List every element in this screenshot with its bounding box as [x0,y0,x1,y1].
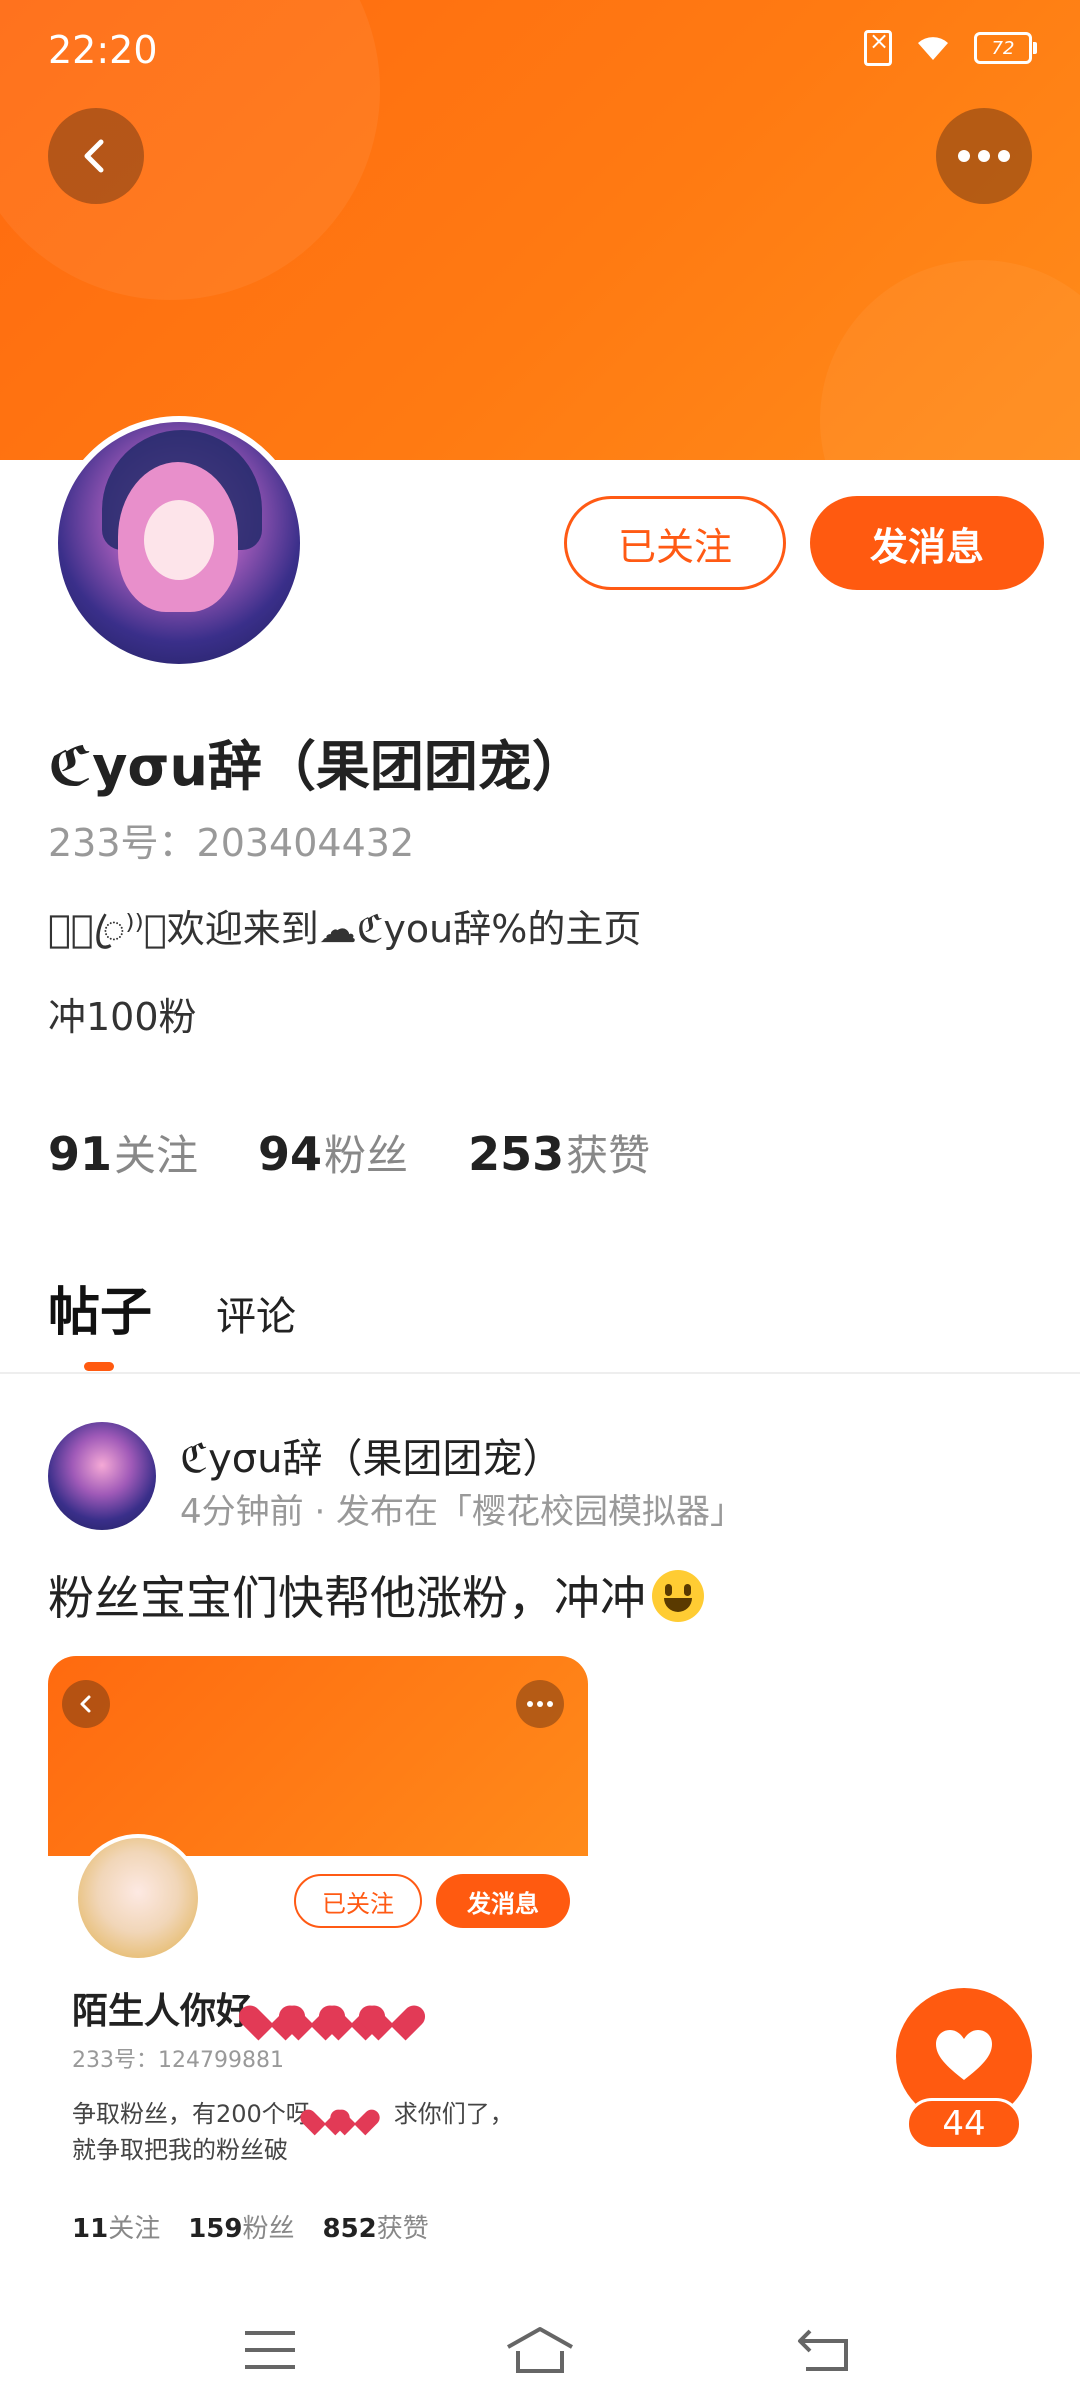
profile-avatar[interactable] [52,416,306,670]
likes-label: 获赞 [566,1131,651,1180]
home-icon [507,2327,573,2373]
back-button[interactable] [48,108,144,204]
embedded-name-text: 陌生人你好 [72,1991,253,2032]
smile-emoji-icon [652,1570,704,1622]
embedded-follow-label: 已关注 [294,1874,422,1928]
post-text: 粉丝宝宝们快帮他涨粉，冲冲 [48,1562,704,1628]
status-icons: 72 [864,27,1037,66]
heart-emoji-icon [340,2099,370,2125]
profile-stats: 91关注 94粉丝 253获赞 [48,1122,650,1183]
fans-count: 94 [258,1127,323,1181]
embedded-message-label: 发消息 [436,1874,570,1928]
tab-indicator [84,1362,114,1371]
embedded-bio-line2: 就争取把我的粉丝破 [72,2136,288,2164]
following-button[interactable]: 已关注 [564,496,786,590]
post-text-content: 粉丝宝宝们快帮他涨粉，冲冲 [48,1571,646,1625]
heart-emoji-icon [372,1991,412,2027]
embedded-stats: 11关注 159粉丝 852获赞 [72,2208,429,2245]
system-nav-bar [0,2300,1080,2400]
post-author-name[interactable]: ℭyσu辞（果团团宠） [180,1426,563,1484]
embedded-following-count: 11 [72,2214,109,2244]
embedded-uid: 233号：124799881 [72,2048,284,2073]
nav-menu-button[interactable] [230,2318,310,2382]
embedded-likes-count: 852 [322,2214,377,2244]
embedded-avatar [74,1834,202,1962]
embedded-bio-b: ，求你们了， [369,2100,514,2128]
heart-icon [936,2030,992,2080]
embedded-more-icon [516,1680,564,1728]
back-arrow-icon [798,2329,848,2371]
profile-bio-line1: ⸙᭄ꦿ⁾⁾ꦿ欢迎来到☁ℭyou辞%的主页 [48,907,642,951]
send-message-button[interactable]: 发消息 [810,496,1044,590]
stat-likes[interactable]: 253获赞 [468,1122,650,1183]
stat-fans[interactable]: 94粉丝 [258,1122,408,1183]
profile-bio-line2: 冲100粉 [48,995,197,1039]
nav-back-button[interactable] [784,2318,864,2382]
more-dots-icon [958,150,1010,162]
embedded-name: 陌生人你好 [72,1982,412,2034]
post-author-avatar[interactable] [48,1422,156,1530]
embedded-banner [48,1656,588,1856]
stat-following[interactable]: 91关注 [48,1122,198,1183]
post-image[interactable]: 已关注 发消息 陌生人你好 233号：124799881 争取粉丝，有200个呀… [48,1656,588,2266]
tab-comments[interactable]: 评论 [216,1284,296,1342]
embedded-fans-count: 159 [188,2214,243,2244]
fans-label: 粉丝 [324,1131,409,1180]
embedded-fans-label: 粉丝 [242,2214,295,2244]
embedded-following-label: 关注 [108,2214,161,2244]
tab-posts[interactable]: 帖子 [48,1270,152,1345]
like-count: 44 [906,2098,1022,2150]
following-count: 91 [48,1127,113,1181]
embedded-bio-a: 争取粉丝，有200个呀 [72,2100,310,2128]
embedded-likes-label: 获赞 [376,2214,429,2244]
more-button[interactable] [936,108,1032,204]
embedded-bio: 争取粉丝，有200个呀 ，求你们了， 就争取把我的粉丝破 [72,2096,572,2168]
profile-tabs: 帖子 评论 [48,1270,296,1345]
chevron-left-icon [84,139,104,173]
nav-home-button[interactable] [500,2318,580,2382]
battery-icon: 72 [974,32,1037,64]
post-meta: 4分钟前 · 发布在「樱花校园模拟器」 [180,1492,745,1532]
menu-icon [245,2331,295,2369]
wifi-icon [918,37,948,60]
no-sim-icon [864,27,892,66]
profile-name: ℭyσu辞（果团团宠） [48,735,586,798]
status-time: 22:20 [48,28,158,72]
following-label: 关注 [114,1131,199,1180]
tab-divider [0,1372,1080,1374]
profile-uid: 233号：203404432 [48,821,415,865]
status-bar: 22:20 72 [0,0,1080,100]
embedded-back-icon [62,1680,110,1728]
likes-count: 253 [468,1127,565,1181]
